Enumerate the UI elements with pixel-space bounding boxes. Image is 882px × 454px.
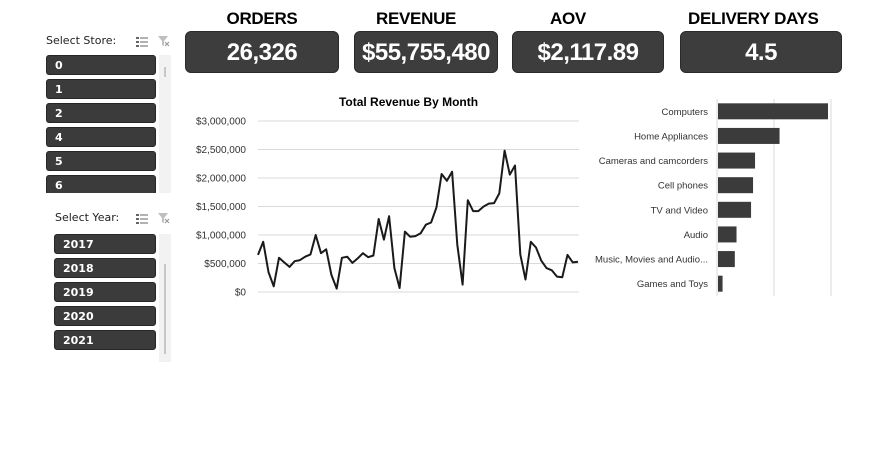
store-slicer-item[interactable]: 2	[46, 103, 156, 123]
category-bar-chart: Computers Home Appliances Cameras and camc…	[595, 99, 832, 296]
line-chart-title: Total Revenue By Month	[339, 95, 478, 109]
y-tick-label: $1,000,000	[196, 231, 246, 242]
kpi-delivery-days: DELIVERY DAYS 4.5	[680, 9, 842, 73]
y-tick-label: $0	[235, 288, 247, 299]
store-scrollbar[interactable]	[159, 55, 171, 193]
category-label: Computers	[662, 107, 709, 118]
store-slicer-item[interactable]: 6	[46, 175, 156, 193]
year-slicer-title: Select Year:	[55, 211, 120, 224]
y-tick-label: $3,000,000	[196, 117, 246, 128]
y-tick-label: $500,000	[204, 259, 246, 270]
kpi-orders-label: ORDERS	[226, 9, 298, 28]
kpi-delivery-days-label: DELIVERY DAYS	[688, 9, 819, 28]
store-scroll-thumb[interactable]	[164, 67, 166, 77]
year-slicer-item[interactable]: 2019	[54, 282, 156, 302]
revenue-series-line	[257, 149, 579, 290]
kpi-delivery-days-value: 4.5	[680, 31, 842, 73]
category-bar	[718, 103, 829, 120]
store-item-list: 0 1 2 4 5 6	[46, 55, 156, 193]
kpi-orders-value: 26,326	[185, 31, 339, 73]
multi-select-icon[interactable]	[136, 36, 148, 47]
category-label: Cell phones	[658, 181, 708, 192]
store-slicer-item[interactable]: 1	[46, 79, 156, 99]
category-bar	[718, 152, 756, 169]
category-bar	[718, 201, 752, 218]
store-slicer-item[interactable]: 4	[46, 127, 156, 147]
kpi-revenue: REVENUE $55,755,480	[354, 9, 498, 73]
category-label: Music, Movies and Audio...	[595, 255, 708, 266]
kpi-aov-value: $2,117.89	[512, 31, 664, 73]
y-tick-label: $2,500,000	[196, 145, 246, 156]
kpi-aov-label: AOV	[550, 9, 586, 28]
year-slicer-item[interactable]: 2018	[54, 258, 156, 278]
y-tick-label: $2,000,000	[196, 174, 246, 185]
kpi-revenue-value: $55,755,480	[354, 31, 498, 73]
kpi-orders: ORDERS 26,326	[185, 9, 339, 73]
clear-filter-icon[interactable]	[158, 213, 170, 224]
revenue-line-chart: Total Revenue By Month $0 $500,000 $1,000,0…	[196, 95, 579, 299]
category-label: Home Appliances	[634, 131, 708, 142]
category-bar	[718, 177, 754, 194]
category-label: Games and Toys	[637, 279, 708, 290]
store-slicer-item[interactable]: 5	[46, 151, 156, 171]
store-slicer: Select Store: 0 1 2 4 5 6	[46, 34, 172, 194]
store-slicer-item[interactable]: 0	[46, 55, 156, 75]
category-label: Cameras and camcorders	[599, 156, 709, 167]
kpi-revenue-label: REVENUE	[376, 9, 457, 28]
store-slicer-title: Select Store:	[46, 34, 117, 47]
year-slicer-item[interactable]: 2021	[54, 330, 156, 350]
year-scroll-thumb[interactable]	[164, 264, 166, 354]
year-slicer-item[interactable]: 2017	[54, 234, 156, 254]
category-bar	[718, 127, 780, 144]
year-scrollbar[interactable]	[159, 234, 171, 362]
category-bar	[718, 251, 735, 268]
y-tick-label: $1,500,000	[196, 202, 246, 213]
multi-select-icon[interactable]	[136, 213, 148, 224]
clear-filter-icon[interactable]	[158, 36, 170, 47]
year-slicer: Select Year: 2017 2018 2019 2020 2021	[46, 211, 172, 363]
category-label: TV and Video	[651, 205, 708, 216]
category-label: Audio	[684, 230, 708, 241]
category-bar	[718, 226, 737, 243]
year-slicer-item[interactable]: 2020	[54, 306, 156, 326]
year-item-list: 2017 2018 2019 2020 2021	[54, 234, 156, 362]
category-bar	[718, 275, 723, 292]
kpi-aov: AOV $2,117.89	[512, 9, 664, 73]
